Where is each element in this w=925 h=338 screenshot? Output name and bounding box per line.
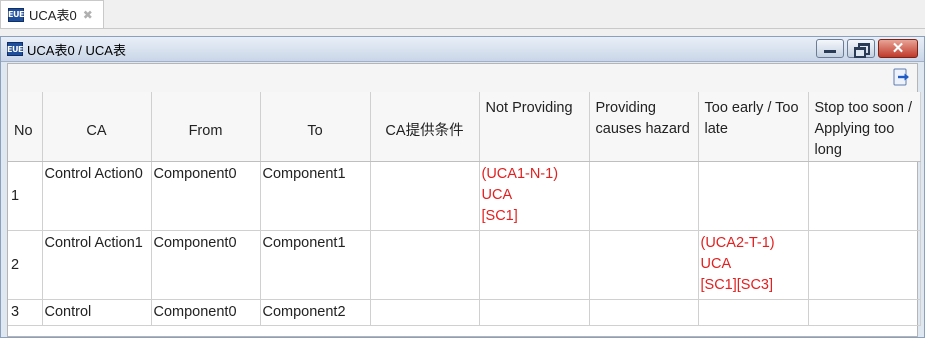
export-icon[interactable] — [893, 68, 911, 86]
col-header-condition[interactable]: CA提供条件 — [370, 92, 480, 162]
cell-duration[interactable] — [808, 161, 921, 231]
minimize-button[interactable] — [816, 39, 844, 58]
col-header-not-providing[interactable]: Not Providing — [479, 92, 590, 162]
cell-no[interactable]: 1 — [8, 161, 43, 231]
uca-table-window: EUE UCA表0 / UCA表 ✕ No CA From To CA提供条件 … — [0, 36, 925, 338]
col-header-providing[interactable]: Providing causes hazard — [589, 92, 699, 162]
cell-condition[interactable] — [370, 161, 480, 231]
table-header-row: No CA From To CA提供条件 Not Providing Provi… — [8, 92, 921, 162]
col-header-ca[interactable]: CA — [42, 92, 152, 162]
ue-table-icon: EUE — [7, 42, 23, 56]
cell-timing[interactable] — [698, 161, 809, 231]
close-button[interactable]: ✕ — [878, 39, 918, 58]
cell-to[interactable]: Component1 — [260, 230, 371, 300]
table-row[interactable]: 2 Control Action1 Component0 Component1 … — [8, 230, 921, 300]
uca-table: No CA From To CA提供条件 Not Providing Provi… — [8, 92, 921, 326]
close-icon: ✕ — [891, 40, 905, 57]
cell-duration[interactable] — [808, 299, 921, 326]
window-titlebar[interactable]: EUE UCA表0 / UCA表 ✕ — [1, 37, 924, 62]
cell-not-providing[interactable] — [479, 299, 590, 326]
ue-table-icon: EUE — [8, 7, 24, 22]
cell-to[interactable]: Component2 — [260, 299, 371, 326]
cell-not-providing[interactable]: (UCA1-N-1) UCA [SC1] — [479, 161, 590, 231]
col-header-no[interactable]: No — [8, 92, 43, 162]
document-tab[interactable]: EUE UCA表0 ✖ — [0, 0, 104, 28]
restore-button[interactable] — [847, 39, 875, 58]
cell-timing[interactable]: (UCA2-T-1) UCA [SC1][SC3] — [698, 230, 809, 300]
cell-not-providing[interactable] — [479, 230, 590, 300]
cell-condition[interactable] — [370, 230, 480, 300]
restore-icon — [854, 42, 870, 58]
cell-duration[interactable] — [808, 230, 921, 300]
col-header-duration[interactable]: Stop too soon / Applying too long — [808, 92, 921, 162]
window-title: UCA表0 / UCA表 — [27, 42, 126, 58]
cell-condition[interactable] — [370, 299, 480, 326]
table-row[interactable]: 3 Control Component0 Component2 — [8, 299, 921, 326]
table-toolbar — [8, 64, 917, 92]
cell-ca[interactable]: Control — [42, 299, 152, 326]
cell-ca[interactable]: Control Action0 — [42, 161, 152, 231]
cell-no[interactable]: 3 — [8, 299, 43, 326]
cell-providing[interactable] — [589, 299, 699, 326]
cell-providing[interactable] — [589, 230, 699, 300]
table-row[interactable]: 1 Control Action0 Component0 Component1 … — [8, 161, 921, 231]
minimize-icon — [824, 50, 836, 53]
cell-no[interactable]: 2 — [8, 230, 43, 300]
tab-close-icon[interactable]: ✖ — [83, 8, 93, 22]
cell-from[interactable]: Component0 — [151, 161, 261, 231]
col-header-to[interactable]: To — [260, 92, 371, 162]
cell-timing[interactable] — [698, 299, 809, 326]
tabstrip-divider — [0, 28, 925, 29]
cell-from[interactable]: Component0 — [151, 230, 261, 300]
col-header-timing[interactable]: Too early / Too late — [698, 92, 809, 162]
cell-ca[interactable]: Control Action1 — [42, 230, 152, 300]
table-panel: No CA From To CA提供条件 Not Providing Provi… — [7, 63, 921, 337]
cell-providing[interactable] — [589, 161, 699, 231]
cell-from[interactable]: Component0 — [151, 299, 261, 326]
cell-to[interactable]: Component1 — [260, 161, 371, 231]
col-header-from[interactable]: From — [151, 92, 261, 162]
document-tab-label: UCA表0 — [29, 8, 77, 23]
